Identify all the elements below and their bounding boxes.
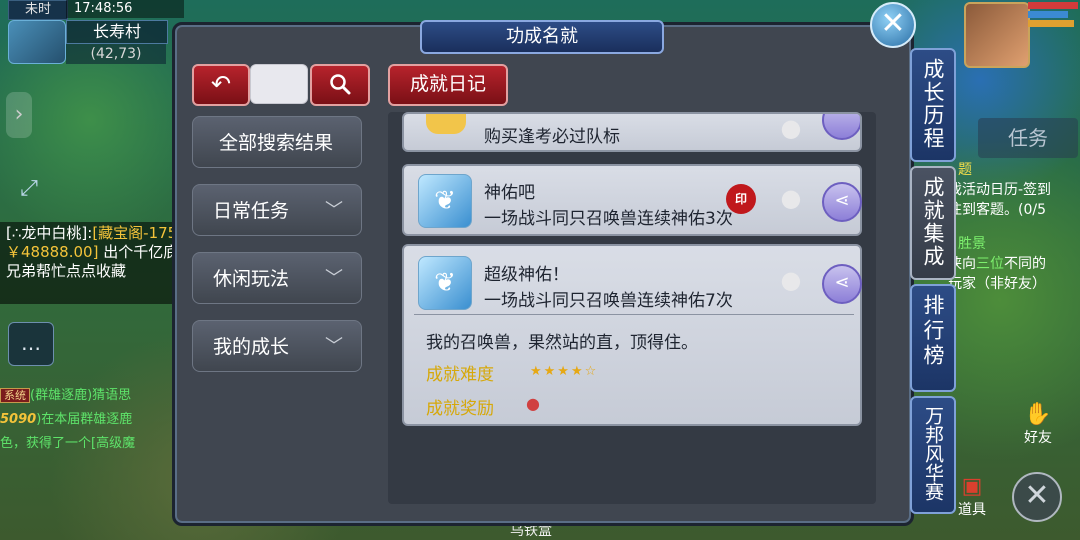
- menu-leisure[interactable]: 休闲玩法 ﹀: [192, 252, 362, 304]
- handshake-icon: ✋: [1024, 402, 1052, 427]
- chat-sender: [∴龙中白桃]:: [6, 224, 93, 242]
- reward-label: 成就奖励: [426, 399, 494, 419]
- hud-close-icon[interactable]: ✕: [1012, 472, 1062, 522]
- tab-wanbang-contest[interactable]: 万邦风华赛: [910, 396, 956, 514]
- share-icon[interactable]: [822, 114, 860, 140]
- achievement-quote: 我的召唤兽，果然站的直，顶得住。: [426, 333, 698, 353]
- coordinates: (42,73): [66, 44, 166, 64]
- system-tag: 系统: [0, 388, 30, 403]
- time-period-label: 未时: [8, 0, 68, 20]
- menu-my-growth[interactable]: 我的成长 ﹀: [192, 320, 362, 372]
- share-icon[interactable]: ⋖: [822, 182, 862, 222]
- achievement-card[interactable]: 购买逢考必过队标 ●: [402, 112, 862, 152]
- divider: [414, 314, 854, 315]
- minimap-button[interactable]: [8, 20, 66, 64]
- system-log: 系统 (群雄逐鹿)猜语思 5090)在本届群雄逐鹿 色，获得了一个[高级魔: [0, 388, 136, 451]
- search-icon: [330, 74, 351, 95]
- chevron-down-icon: ﹀: [325, 336, 343, 357]
- tab-ranking[interactable]: 排行榜: [910, 284, 956, 392]
- wings-icon: ❦: [418, 256, 472, 310]
- status-bars: [1028, 2, 1078, 36]
- location-name: 长寿村: [66, 20, 168, 44]
- achievement-card-expanded[interactable]: ❦ 超级神佑！ 一场战斗同只召唤兽连续神佑7次 ● ⋖ 我的召唤兽，果然站的直，…: [402, 244, 862, 426]
- close-icon[interactable]: ✕: [870, 2, 916, 48]
- search-button[interactable]: [310, 64, 370, 106]
- tab-achievement-collection[interactable]: 成就集成: [910, 166, 956, 280]
- fullscreen-icon[interactable]: ⤢: [14, 174, 44, 204]
- difficulty-label: 成就难度: [426, 365, 494, 385]
- share-icon[interactable]: ⋖: [822, 264, 862, 304]
- chat-bubble-icon[interactable]: …: [8, 322, 54, 366]
- peach-icon: ●: [780, 114, 802, 142]
- completed-seal-icon: 印: [726, 184, 756, 214]
- difficulty-stars: ★★★★☆: [530, 364, 599, 379]
- menu-daily-tasks[interactable]: 日常任务 ﹀: [192, 184, 362, 236]
- reward-peach-icon[interactable]: ●: [526, 394, 548, 414]
- chevron-down-icon: ﹀: [325, 268, 343, 289]
- menu-all-results[interactable]: 全部搜索结果: [192, 116, 362, 168]
- back-button[interactable]: ↶: [192, 64, 250, 106]
- search-input[interactable]: [250, 64, 308, 104]
- player-avatar[interactable]: [964, 2, 1030, 68]
- task-list[interactable]: 题 戏活动日历-签到 往到客题。(0/5 胜景 侠向三位不同的 玩家（非好友）: [948, 160, 1080, 294]
- friends-button[interactable]: ✋ 好友: [1008, 402, 1068, 452]
- peach-icon: ●: [780, 266, 802, 294]
- peach-icon: ●: [780, 184, 802, 212]
- achievement-card[interactable]: ❦ 神佑吧 一场战斗同只召唤兽连续神佑3次 印 ● ⋖: [402, 164, 862, 236]
- panel-title: 功成名就: [420, 20, 664, 54]
- achievement-diary-button[interactable]: 成就日记: [388, 64, 508, 106]
- tab-growth-history[interactable]: 成长历程: [910, 48, 956, 162]
- wings-icon: ❦: [418, 174, 472, 228]
- expand-left-arrow-icon[interactable]: ›: [6, 92, 32, 138]
- clock-display: 17:48:56: [66, 0, 184, 18]
- task-tab[interactable]: 任务: [978, 118, 1078, 158]
- achievement-icon: [426, 114, 466, 134]
- chevron-down-icon: ﹀: [325, 200, 343, 221]
